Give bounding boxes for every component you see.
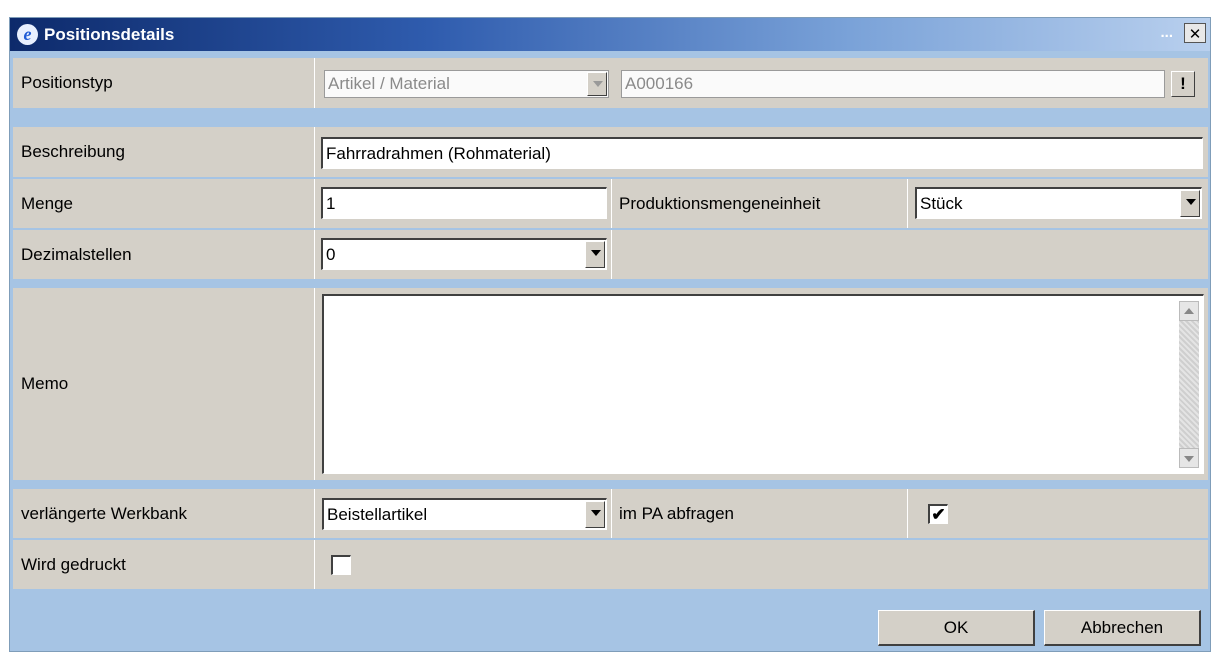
beschreibung-label: Beschreibung xyxy=(21,142,125,161)
scroll-down-icon[interactable] xyxy=(1179,448,1199,468)
pa-abfragen-label: im PA abfragen xyxy=(619,503,734,523)
gedruckt-label: Wird gedruckt xyxy=(21,554,126,574)
chevron-down-icon[interactable] xyxy=(585,501,605,528)
positionstyp-label: Positionstyp xyxy=(21,73,113,92)
chevron-down-icon[interactable] xyxy=(585,241,605,268)
checkmark-icon: ✔ xyxy=(931,505,946,524)
title-bar[interactable]: e Positionsdetails ... ✕ xyxy=(10,18,1210,51)
produktionsmengeneinheit-select[interactable]: Stück xyxy=(915,187,1202,219)
produktionsmengeneinheit-label: Produktionsmengeneinheit xyxy=(619,193,821,213)
pa-abfragen-checkbox[interactable]: ✔ xyxy=(928,504,948,524)
more-button[interactable]: ... xyxy=(1160,24,1173,41)
dezimalstellen-label: Dezimalstellen xyxy=(21,244,132,264)
row-menge: Menge 1 Produktionsmengeneinheit Stück xyxy=(13,179,1208,228)
row-beschreibung: Beschreibung Fahrradrahmen (Rohmaterial) xyxy=(13,127,1208,177)
menge-input[interactable]: 1 xyxy=(321,187,607,219)
scroll-up-icon[interactable] xyxy=(1179,301,1199,321)
dezimalstellen-select[interactable]: 0 xyxy=(321,238,607,270)
positionsdetails-dialog: e Positionsdetails ... ✕ Positionstyp Ar… xyxy=(9,17,1211,652)
memo-textarea[interactable] xyxy=(322,294,1204,474)
chevron-down-icon[interactable] xyxy=(1180,190,1200,217)
ok-button[interactable]: OK xyxy=(878,610,1035,646)
werkbank-label: verlängerte Werkbank xyxy=(21,503,187,523)
positionstyp-code-field[interactable]: A000166 xyxy=(621,70,1165,98)
row-gedruckt: Wird gedruckt xyxy=(13,540,1208,589)
pick-item-button[interactable]: ! xyxy=(1171,71,1195,97)
row-positionstyp: Positionstyp Artikel / Material A000166 … xyxy=(13,58,1208,108)
window-title: Positionsdetails xyxy=(44,25,175,44)
memo-scrollbar[interactable] xyxy=(1179,301,1199,468)
row-dezimalstellen: Dezimalstellen 0 xyxy=(13,230,1208,279)
exclamation-icon: ! xyxy=(1180,74,1186,93)
row-werkbank: verlängerte Werkbank Beistellartikel im … xyxy=(13,489,1208,538)
werkbank-select[interactable]: Beistellartikel xyxy=(322,498,607,530)
menge-label: Menge xyxy=(21,193,73,213)
close-button[interactable]: ✕ xyxy=(1184,23,1206,43)
chevron-down-icon[interactable] xyxy=(587,72,607,96)
cancel-button[interactable]: Abbrechen xyxy=(1044,610,1201,646)
gedruckt-checkbox[interactable] xyxy=(331,555,351,575)
row-memo: Memo xyxy=(13,288,1208,480)
ie-icon: e xyxy=(17,24,38,45)
beschreibung-input[interactable]: Fahrradrahmen (Rohmaterial) xyxy=(321,137,1203,169)
positionstyp-type-select[interactable]: Artikel / Material xyxy=(324,70,609,98)
memo-label: Memo xyxy=(21,374,69,393)
close-icon: ✕ xyxy=(1188,26,1202,43)
